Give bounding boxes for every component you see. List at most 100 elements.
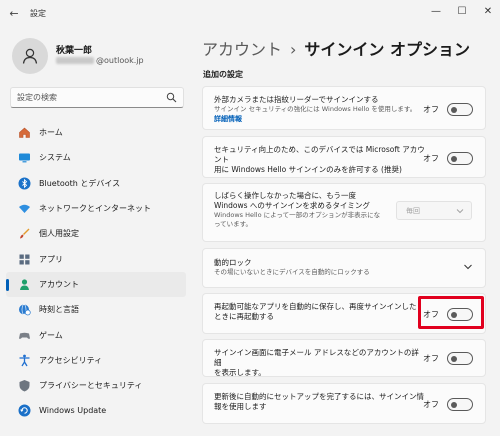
toggle-switch[interactable] <box>447 398 473 411</box>
maximize-button[interactable]: ☐ <box>450 4 474 20</box>
app-title: 設定 <box>30 9 46 18</box>
sidebar-item-apps[interactable]: アプリ <box>6 246 186 271</box>
sidebar-item-label: Bluetooth とデバイス <box>39 178 121 188</box>
brush-icon <box>18 227 31 240</box>
sidebar-item-label: ホーム <box>39 128 63 138</box>
accessibility-icon <box>18 354 31 367</box>
chevron-down-icon <box>456 209 464 214</box>
close-button[interactable]: ✕ <box>476 4 500 20</box>
title-bar: ← 設定 — ☐ ✕ <box>0 0 500 28</box>
setting-title-line2: Windows へのサインインを求めるタイミング <box>214 201 370 210</box>
sidebar-item-label: システム <box>39 153 71 163</box>
signin-timing-dropdown[interactable]: 毎回 <box>396 201 472 220</box>
section-title: 追加の設定 <box>203 70 243 79</box>
setting-title: 外部カメラまたは指紋リーダーでサインインする <box>214 95 379 104</box>
setting-card-finish-setup: 更新後に自動的にセットアップを完了するには、サインイン情 報を使用します オフ <box>202 383 486 424</box>
sidebar-item-personalization[interactable]: 個人用設定 <box>6 221 186 246</box>
setting-card-text: 外部カメラまたは指紋リーダーでサインインする サインイン セキュリティの強化には… <box>214 95 426 124</box>
sidebar-item-system[interactable]: システム <box>6 145 186 170</box>
setting-title-line2: を表示します。 <box>214 368 266 377</box>
gamepad-icon <box>18 329 31 342</box>
home-icon <box>18 126 31 139</box>
back-button[interactable]: ← <box>6 6 22 22</box>
setting-card-text: 動的ロック その場にいないときにデバイスを自動的にロックする <box>214 258 426 277</box>
user-email-domain: @outlook.jp <box>96 56 144 65</box>
toggle-switch[interactable] <box>447 152 473 165</box>
setting-card-text: 再起動可能なアプリを自動的に保存し、再度サインインした ときに再起動する <box>214 302 426 322</box>
setting-card-hello-only: セキュリティ向上のため、このデバイスでは Microsoft アカウント 用に … <box>202 136 486 178</box>
toggle-knob <box>451 155 457 162</box>
setting-card-external-camera: 外部カメラまたは指紋リーダーでサインインする サインイン セキュリティの強化には… <box>202 86 486 130</box>
setting-card-text: セキュリティ向上のため、このデバイスでは Microsoft アカウント 用に … <box>214 145 426 175</box>
setting-description-line1: Windows Hello によって一部のオプションが非表示にな <box>214 211 381 219</box>
globe-clock-icon <box>18 303 31 316</box>
sidebar-item-accounts[interactable]: アカウント <box>6 271 186 298</box>
sidebar-item-windows-update[interactable]: Windows Update <box>6 398 186 423</box>
email-redaction <box>56 57 94 64</box>
user-email: @outlook.jp <box>56 56 144 65</box>
setting-description: その場にいないときにデバイスを自動的にロックする <box>214 268 370 276</box>
setting-description-line2: っています。 <box>214 220 253 228</box>
apps-icon <box>18 253 31 266</box>
sidebar-item-label: アカウント <box>39 279 79 289</box>
sidebar-item-accessibility[interactable]: アクセシビリティ <box>6 348 186 373</box>
sidebar-item-label: アプリ <box>39 254 63 264</box>
breadcrumb-separator: › <box>290 40 297 59</box>
setting-title-line1: サインイン画面に電子メール アドレスなどのアカウントの詳細 <box>214 348 419 367</box>
setting-title-line1: 更新後に自動的にセットアップを完了するには、サインイン情 <box>214 392 424 401</box>
toggle-switch[interactable] <box>447 352 473 365</box>
setting-description: サインイン セキュリティの強化には Windows Hello を使用します。 <box>214 105 417 113</box>
update-icon <box>18 404 31 417</box>
toggle-switch[interactable] <box>447 103 473 116</box>
setting-title: 動的ロック <box>214 258 252 267</box>
setting-title-line2: 報を使用します <box>214 402 267 411</box>
monitor-icon <box>18 151 31 164</box>
sidebar-item-label: 個人用設定 <box>39 229 79 239</box>
sidebar-nav: ホーム システム Bluetooth とデバイス ネットワークとインターネット … <box>6 120 186 424</box>
toggle-state-label: オフ <box>423 105 439 114</box>
setting-card-text: しばらく操作しなかった場合に、もう一度 Windows へのサインインを求めるタ… <box>214 191 426 229</box>
minimize-button[interactable]: — <box>424 4 448 20</box>
sidebar-item-home[interactable]: ホーム <box>6 120 186 145</box>
sidebar-item-label: プライバシーとセキュリティ <box>39 381 143 391</box>
toggle-knob <box>451 355 457 362</box>
dropdown-value: 毎回 <box>406 207 420 215</box>
toggle-knob <box>451 106 457 113</box>
avatar[interactable] <box>12 38 48 74</box>
toggle-knob <box>451 401 457 408</box>
toggle-state-label: オフ <box>423 400 439 409</box>
sidebar-item-gaming[interactable]: ゲーム <box>6 322 186 347</box>
page-title: サインイン オプション <box>304 40 470 59</box>
sidebar-item-bluetooth[interactable]: Bluetooth とデバイス <box>6 171 186 196</box>
wifi-icon <box>18 202 31 215</box>
user-name: 秋葉一郎 <box>56 46 93 56</box>
shield-icon <box>18 379 31 392</box>
bluetooth-icon <box>18 177 31 190</box>
breadcrumb: アカウント › サインイン オプション <box>202 36 470 60</box>
setting-title-line2: 用に Windows Hello サインインのみを許可する (推奨) <box>214 165 402 174</box>
toggle-state-label: オフ <box>423 354 439 363</box>
setting-title-line1: 再起動可能なアプリを自動的に保存し、再度サインインした <box>214 302 417 311</box>
setting-card-dynamic-lock[interactable]: 動的ロック その場にいないときにデバイスを自動的にロックする <box>202 248 486 288</box>
sidebar-item-label: アクセシビリティ <box>39 355 103 365</box>
setting-card-account-details: サインイン画面に電子メール アドレスなどのアカウントの詳細 を表示します。 オフ <box>202 339 486 377</box>
setting-title-line1: セキュリティ向上のため、このデバイスでは Microsoft アカウント <box>214 145 425 164</box>
search-input[interactable] <box>17 90 165 105</box>
setting-title-line2: ときに再起動する <box>214 312 274 321</box>
search-box[interactable] <box>10 87 184 108</box>
sidebar-item-network[interactable]: ネットワークとインターネット <box>6 196 186 221</box>
sidebar-item-time-language[interactable]: 時刻と言語 <box>6 297 186 322</box>
search-icon[interactable] <box>166 92 177 103</box>
chevron-down-icon[interactable] <box>463 262 473 272</box>
setting-card-text: 更新後に自動的にセットアップを完了するには、サインイン情 報を使用します <box>214 392 426 412</box>
sidebar-item-privacy[interactable]: プライバシーとセキュリティ <box>6 373 186 398</box>
account-icon <box>18 278 31 291</box>
setting-card-signin-timing: しばらく操作しなかった場合に、もう一度 Windows へのサインインを求めるタ… <box>202 183 486 242</box>
sidebar-item-label: Windows Update <box>39 406 107 416</box>
learn-more-link[interactable]: 詳細情報 <box>214 114 426 124</box>
breadcrumb-parent[interactable]: アカウント <box>202 40 282 59</box>
toggle-state-label: オフ <box>423 154 439 163</box>
sidebar-item-label: ゲーム <box>39 330 63 340</box>
person-icon <box>22 48 38 64</box>
setting-title-line1: しばらく操作しなかった場合に、もう一度 <box>214 191 357 200</box>
